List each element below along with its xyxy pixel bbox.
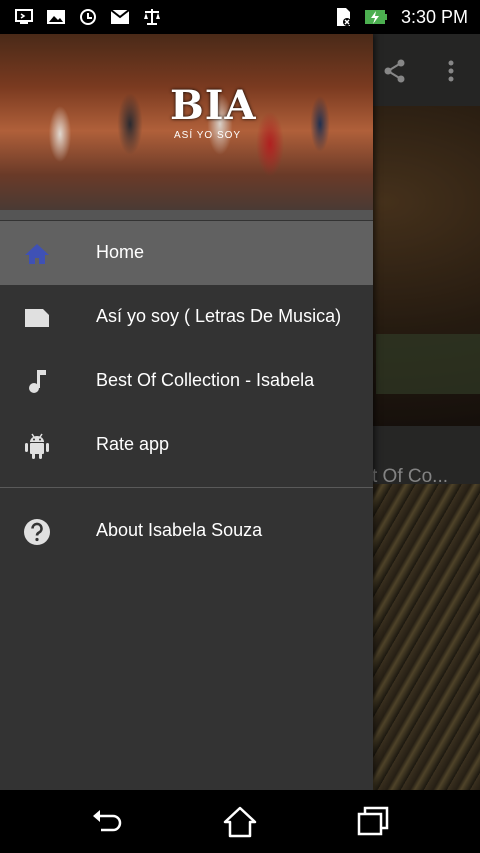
drawer-item-rate-app[interactable]: Rate app [0, 413, 373, 477]
home-icon [25, 244, 49, 264]
drawer-divider [0, 487, 373, 488]
drawer-header-image: BIA ASÍ YO SOY [0, 34, 373, 210]
document-icon [25, 309, 49, 327]
drawer-item-home[interactable]: Home [0, 221, 373, 285]
battery-charging-icon [365, 10, 387, 24]
navigation-drawer: BIA ASÍ YO SOY Home Así yo soy ( Letras … [0, 34, 373, 790]
drawer-item-label: Best Of Collection - Isabela [96, 370, 315, 390]
drawer-item-about[interactable]: About Isabela Souza [0, 499, 373, 563]
drawer-item-label: About Isabela Souza [96, 520, 263, 540]
home-nav-icon[interactable] [222, 804, 258, 840]
back-icon[interactable] [89, 804, 125, 840]
help-icon [24, 519, 50, 545]
gmail-icon [110, 9, 130, 24]
image-icon [47, 10, 65, 24]
music-note-icon [29, 370, 46, 393]
drawer-item-label: Rate app [96, 434, 170, 454]
sim-off-icon [337, 8, 351, 26]
header-logo: BIA [170, 82, 257, 129]
drawer-item-label: Home [96, 242, 145, 262]
scale-icon [144, 9, 160, 25]
drawer-item-lyrics[interactable]: Así yo soy ( Letras De Musica) [0, 285, 373, 349]
android-icon [25, 433, 49, 459]
recents-icon[interactable] [355, 804, 391, 840]
drawer-item-label: Así yo soy ( Letras De Musica) [96, 306, 342, 326]
header-bottom-strip [0, 210, 373, 220]
header-subtitle: ASÍ YO SOY [174, 130, 242, 141]
sync-icon [80, 9, 96, 25]
status-bar: 3:30 PM [0, 0, 480, 34]
usb-debug-icon [15, 9, 33, 24]
system-nav-bar [0, 790, 480, 853]
clock: 3:30 PM [400, 7, 468, 27]
drawer-item-best-of[interactable]: Best Of Collection - Isabela [0, 349, 373, 413]
